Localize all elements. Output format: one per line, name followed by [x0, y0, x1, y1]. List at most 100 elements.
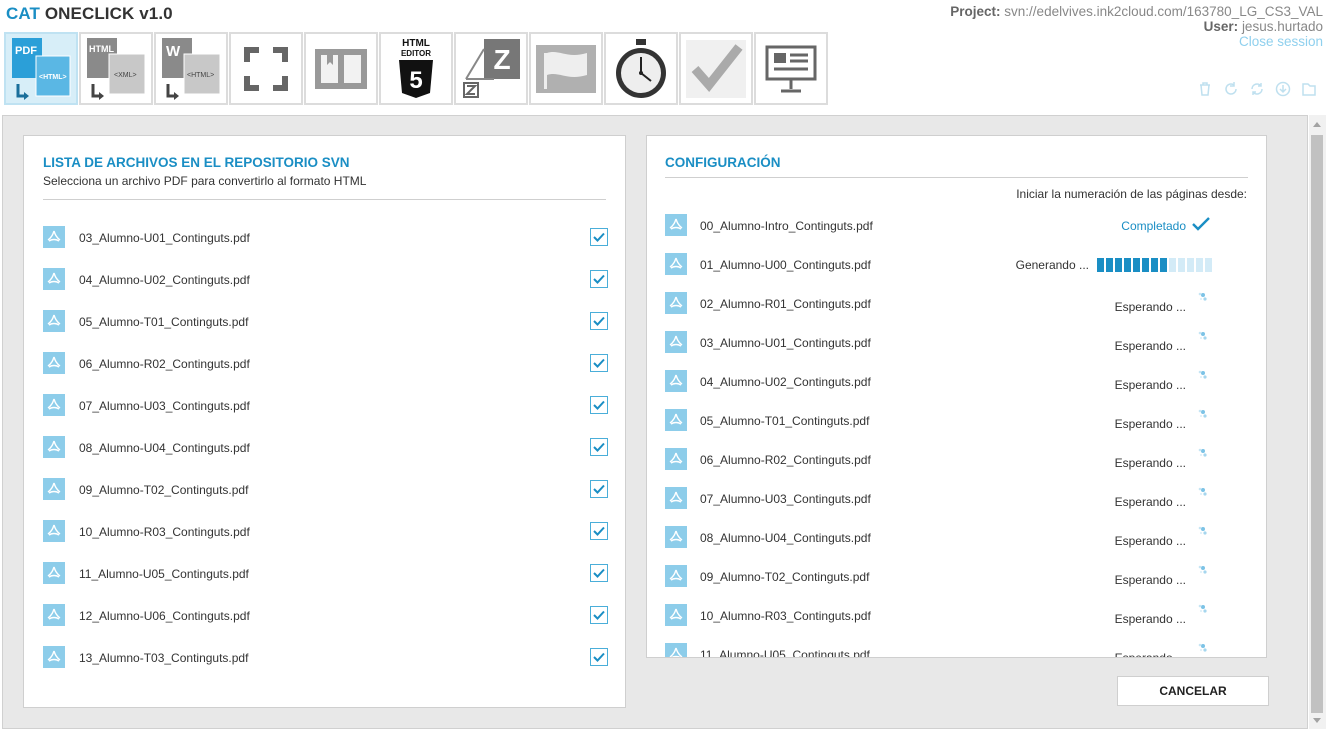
progress-segment [1160, 258, 1167, 272]
word-to-html-icon: W <HTML> [162, 37, 221, 100]
user-value: jesus.hurtado [1241, 19, 1323, 34]
queue-item: 07_Alumno-U03_Continguts.pdf Esperando ..… [665, 487, 1230, 511]
folder-icon[interactable] [1300, 80, 1318, 98]
list-item[interactable]: 07_Alumno-U03_Continguts.pdf [43, 394, 608, 418]
scrollbar-thumb[interactable] [1311, 135, 1323, 713]
scroll-down-arrow-icon[interactable] [1313, 718, 1321, 723]
pdf-file-icon [665, 643, 687, 657]
file-checkbox[interactable] [590, 648, 608, 666]
file-name: 06_Alumno-R02_Continguts.pdf [79, 357, 250, 371]
status-waiting: Esperando ... [1115, 448, 1208, 472]
refresh-icon[interactable] [1222, 80, 1240, 98]
pdf-file-icon [43, 268, 65, 290]
pdf-file-icon [665, 292, 687, 314]
close-session-link[interactable]: Close session [1239, 34, 1323, 49]
list-item[interactable]: 13_Alumno-T03_Continguts.pdf [43, 646, 608, 670]
list-item[interactable]: 06_Alumno-R02_Continguts.pdf [43, 352, 608, 376]
user-label: User: [1203, 19, 1239, 34]
vertical-scrollbar[interactable] [1309, 115, 1326, 729]
presentation-icon [765, 45, 817, 92]
progress-segment [1106, 258, 1113, 272]
file-checkbox[interactable] [590, 606, 608, 624]
file-name: 04_Alumno-U02_Continguts.pdf [79, 273, 250, 287]
file-name: 00_Alumno-Intro_Continguts.pdf [700, 219, 873, 233]
cancel-button[interactable]: CANCELAR [1117, 676, 1269, 706]
status-waiting: Esperando ... [1115, 565, 1208, 589]
loading-spinner-icon [1186, 565, 1208, 589]
tool-pdf-to-html[interactable]: PDF <HTML> [4, 32, 78, 105]
pdf-file-icon [665, 565, 687, 587]
tool-word-to-html[interactable]: W <HTML> [154, 32, 228, 105]
status-waiting: Esperando ... [1115, 604, 1208, 628]
queue-item: 11_Alumno-U05_Continguts.pdf Esperando ..… [665, 643, 1230, 658]
file-name: 06_Alumno-R02_Continguts.pdf [700, 453, 871, 467]
divider [43, 199, 606, 200]
list-item[interactable]: 03_Alumno-U01_Continguts.pdf [43, 226, 608, 250]
scroll-up-arrow-icon[interactable] [1313, 122, 1321, 127]
mini-toolbar [1196, 80, 1318, 98]
loading-spinner-icon [1186, 448, 1208, 472]
svg-text:W: W [166, 43, 181, 60]
status-completed: Completado [1121, 217, 1210, 233]
file-checkbox[interactable] [590, 396, 608, 414]
file-name: 08_Alumno-U04_Continguts.pdf [79, 441, 250, 455]
file-name: 05_Alumno-T01_Continguts.pdf [700, 414, 870, 428]
svn-list-title: LISTA DE ARCHIVOS EN EL REPOSITORIO SVN [43, 155, 350, 170]
tool-toolbar: PDF <HTML> HTML <XML> W <HTML> HTML EDIT… [4, 32, 829, 105]
trash-icon[interactable] [1196, 80, 1214, 98]
file-checkbox[interactable] [590, 480, 608, 498]
file-checkbox[interactable] [590, 564, 608, 582]
html-editor-icon: HTML EDITOR 5 [399, 38, 433, 98]
list-item[interactable]: 09_Alumno-T02_Continguts.pdf [43, 478, 608, 502]
queue-item: 06_Alumno-R02_Continguts.pdf Esperando ..… [665, 448, 1230, 472]
pdf-file-icon [43, 352, 65, 374]
pdf-file-icon [665, 331, 687, 353]
pdf-file-icon [43, 646, 65, 668]
tool-flag[interactable] [529, 32, 603, 105]
file-checkbox[interactable] [590, 228, 608, 246]
progress-segment [1097, 258, 1104, 272]
progress-segment [1205, 258, 1212, 272]
file-name: 13_Alumno-T03_Continguts.pdf [79, 651, 249, 665]
file-checkbox[interactable] [590, 438, 608, 456]
progress-segment [1151, 258, 1158, 272]
file-name: 03_Alumno-U01_Continguts.pdf [700, 336, 871, 350]
file-checkbox[interactable] [590, 270, 608, 288]
tool-presentation[interactable] [754, 32, 828, 105]
file-name: 10_Alumno-R03_Continguts.pdf [79, 525, 250, 539]
list-item[interactable]: 08_Alumno-U04_Continguts.pdf [43, 436, 608, 460]
queue-item: 03_Alumno-U01_Continguts.pdf Esperando ..… [665, 331, 1230, 355]
file-checkbox[interactable] [590, 312, 608, 330]
tool-fullscreen[interactable] [229, 32, 303, 105]
file-checkbox[interactable] [590, 522, 608, 540]
pdf-file-icon [43, 310, 65, 332]
list-item[interactable]: 11_Alumno-U05_Continguts.pdf [43, 562, 608, 586]
tool-checkmark[interactable] [679, 32, 753, 105]
list-item[interactable]: 10_Alumno-R03_Continguts.pdf [43, 520, 608, 544]
queue-item: 05_Alumno-T01_Continguts.pdf Esperando ..… [665, 409, 1230, 433]
pdf-file-icon [665, 604, 687, 626]
app-title: CAT ONECLICK v1.0 [6, 4, 173, 24]
app-title-prefix: CAT [6, 4, 40, 23]
configuration-title: CONFIGURACIÓN [665, 155, 781, 170]
file-checkbox[interactable] [590, 354, 608, 372]
svg-text:5: 5 [409, 67, 422, 94]
status-waiting: Esperando ... [1115, 526, 1208, 550]
queue-item: 10_Alumno-R03_Continguts.pdf Esperando ..… [665, 604, 1230, 628]
download-icon[interactable] [1274, 80, 1292, 98]
list-item[interactable]: 05_Alumno-T01_Continguts.pdf [43, 310, 608, 334]
list-item[interactable]: 04_Alumno-U02_Continguts.pdf [43, 268, 608, 292]
book-icon [315, 48, 367, 89]
tool-stopwatch[interactable] [604, 32, 678, 105]
page-numbering-hint: Iniciar la numeración de las páginas des… [1016, 187, 1247, 201]
sync-icon[interactable] [1248, 80, 1266, 98]
app-header: CAT ONECLICK v1.0 Project: svn://edelviv… [0, 0, 1328, 112]
tool-html-to-xml[interactable]: HTML <XML> [79, 32, 153, 105]
pdf-file-icon [43, 478, 65, 500]
file-name: 11_Alumno-U05_Continguts.pdf [700, 648, 870, 658]
list-item[interactable]: 12_Alumno-U06_Continguts.pdf [43, 604, 608, 628]
tool-book[interactable] [304, 32, 378, 105]
queue-item: 09_Alumno-T02_Continguts.pdf Esperando ..… [665, 565, 1230, 589]
tool-zip[interactable]: Z [454, 32, 528, 105]
tool-html-editor[interactable]: HTML EDITOR 5 [379, 32, 453, 105]
